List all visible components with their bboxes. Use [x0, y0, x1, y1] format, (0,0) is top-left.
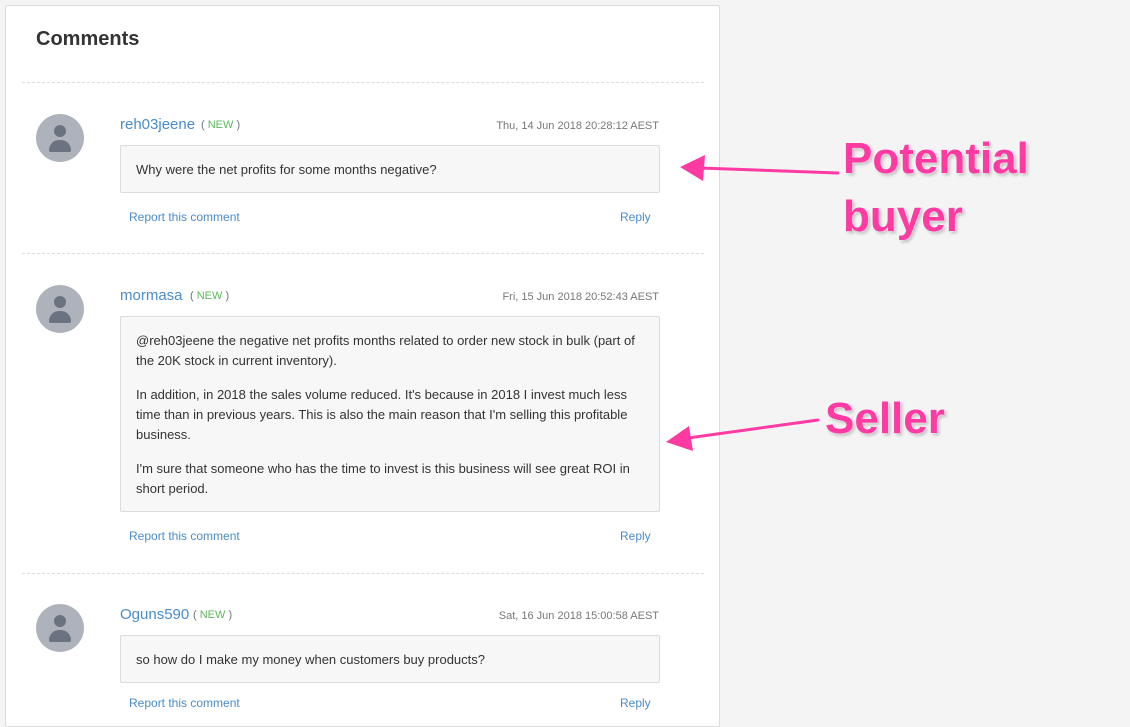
buyer-arrow-icon — [680, 155, 840, 181]
seller-arrow-icon — [666, 418, 820, 451]
annotation-arrows — [666, 155, 840, 451]
annotation-seller: Seller — [825, 394, 945, 443]
annotation-potential-buyer: Potential buyer — [843, 134, 1029, 241]
